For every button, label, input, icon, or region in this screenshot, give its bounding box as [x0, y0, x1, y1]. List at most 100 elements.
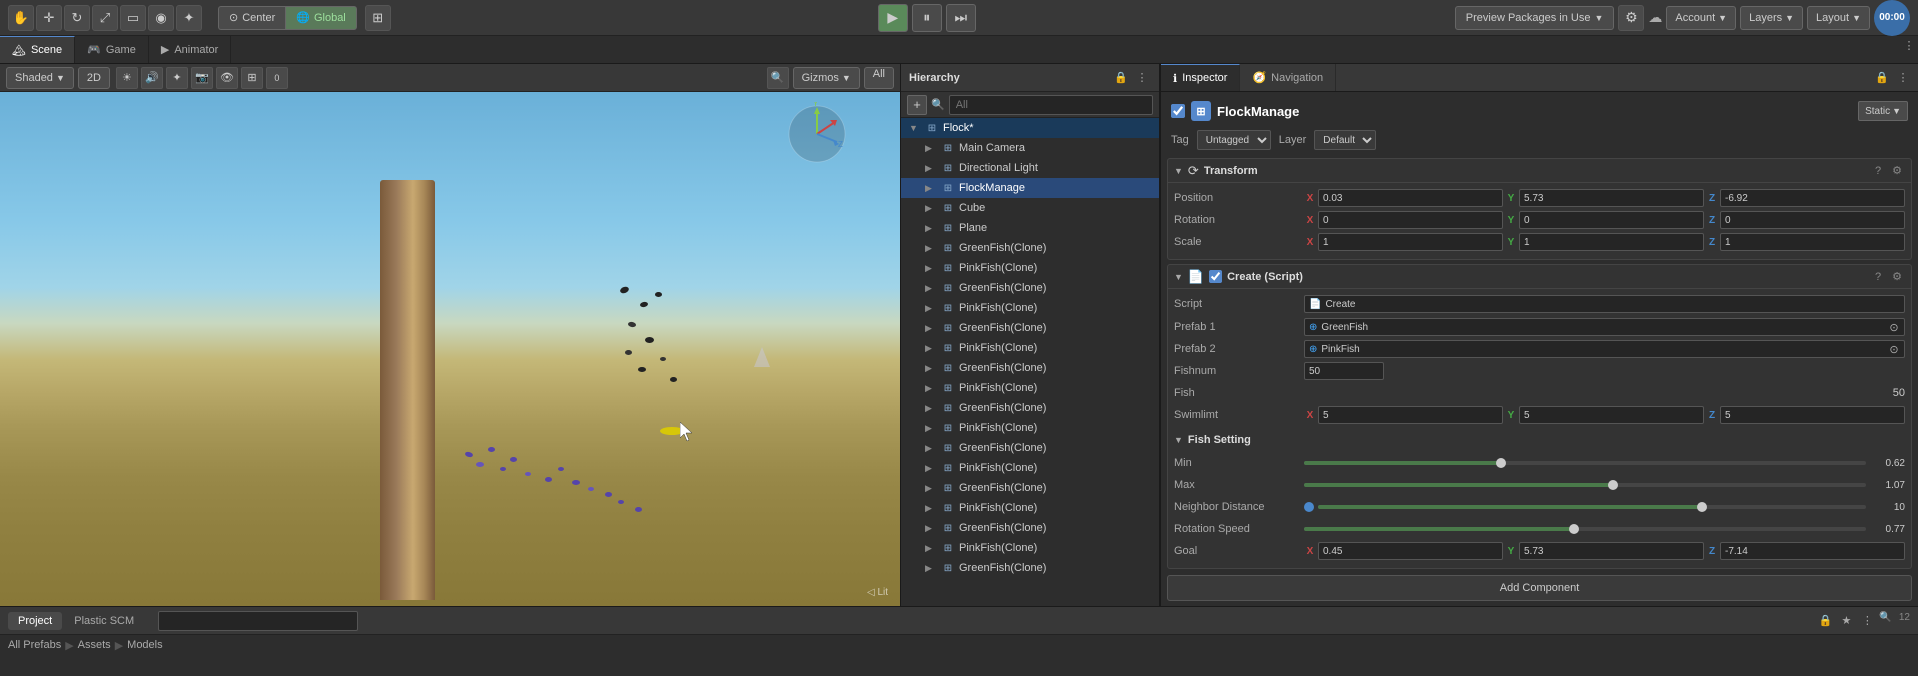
- tab-scene[interactable]: 🏔 Scene: [0, 36, 75, 63]
- tab-project[interactable]: Project: [8, 612, 62, 630]
- list-item[interactable]: ▶⊞PinkFish(Clone): [901, 378, 1159, 398]
- min-slider-thumb[interactable]: [1496, 458, 1506, 468]
- max-slider-track[interactable]: [1304, 483, 1866, 487]
- gizmos-button[interactable]: Gizmos ▼: [793, 67, 860, 89]
- list-item[interactable]: ▶⊞GreenFish(Clone): [901, 478, 1159, 498]
- list-item[interactable]: ▶⊞Directional Light: [901, 158, 1159, 178]
- max-slider-thumb[interactable]: [1608, 480, 1618, 490]
- settings-icon[interactable]: ⚙: [1618, 5, 1644, 31]
- scene-canvas[interactable]: Y Z ◁ Lit: [0, 92, 900, 606]
- list-item[interactable]: ▶⊞Plane: [901, 218, 1159, 238]
- rotation-speed-thumb[interactable]: [1569, 524, 1579, 534]
- list-item[interactable]: ▶⊞FlockManage: [901, 178, 1159, 198]
- preview-packages-button[interactable]: Preview Packages in Use ▼: [1455, 6, 1615, 30]
- transform-settings-icon[interactable]: ⚙: [1889, 163, 1905, 179]
- project-favorites-icon[interactable]: ★: [1837, 612, 1855, 630]
- rot-y-input[interactable]: [1519, 211, 1704, 229]
- list-item[interactable]: ▶⊞GreenFish(Clone): [901, 318, 1159, 338]
- create-script-header[interactable]: ▼ 📄 Create (Script) ? ⚙: [1168, 265, 1911, 289]
- swim-x-input[interactable]: [1318, 406, 1503, 424]
- swim-y-input[interactable]: [1519, 406, 1704, 424]
- list-item[interactable]: ▶⊞GreenFish(Clone): [901, 558, 1159, 578]
- account-button[interactable]: Account ▼: [1666, 6, 1736, 30]
- scale-x-input[interactable]: [1318, 233, 1503, 251]
- list-item[interactable]: ▶⊞GreenFish(Clone): [901, 518, 1159, 538]
- hierarchy-search-input[interactable]: [949, 95, 1153, 115]
- list-item[interactable]: ▶⊞GreenFish(Clone): [901, 278, 1159, 298]
- num-icon[interactable]: 0: [266, 67, 288, 89]
- swim-z-input[interactable]: [1720, 406, 1905, 424]
- hand-tool[interactable]: ✋: [8, 5, 34, 31]
- list-item[interactable]: ▶⊞Cube: [901, 198, 1159, 218]
- project-menu-icon[interactable]: ⋮: [1858, 612, 1876, 630]
- object-active-checkbox[interactable]: [1171, 104, 1185, 118]
- layout-button[interactable]: Layout ▼: [1807, 6, 1870, 30]
- scale-z-input[interactable]: [1720, 233, 1905, 251]
- rot-z-input[interactable]: [1720, 211, 1905, 229]
- 2d-button[interactable]: 2D: [78, 67, 110, 89]
- list-item[interactable]: ▶⊞GreenFish(Clone): [901, 438, 1159, 458]
- fishnum-input[interactable]: [1304, 362, 1384, 380]
- min-slider-track[interactable]: [1304, 461, 1866, 465]
- object-name-input[interactable]: [1217, 104, 1852, 119]
- list-item[interactable]: ▶⊞PinkFish(Clone): [901, 458, 1159, 478]
- pos-y-input[interactable]: [1519, 189, 1704, 207]
- effects-icon[interactable]: ✦: [166, 67, 188, 89]
- bc-all-prefabs[interactable]: All Prefabs: [8, 639, 61, 651]
- fish-setting-chevron-icon[interactable]: ▼: [1174, 435, 1183, 445]
- tab-menu-icon[interactable]: ⋮: [1900, 36, 1918, 54]
- list-item[interactable]: ▶⊞PinkFish(Clone): [901, 418, 1159, 438]
- transform-header[interactable]: ▼ ⟳ Transform ? ⚙: [1168, 159, 1911, 183]
- grid-icon[interactable]: ⊞: [241, 67, 263, 89]
- search-scene-icon[interactable]: 🔍: [767, 67, 789, 89]
- hierarchy-lock-icon[interactable]: 🔒: [1112, 69, 1130, 87]
- rotation-speed-track[interactable]: [1304, 527, 1866, 531]
- goal-x-input[interactable]: [1318, 542, 1503, 560]
- list-item[interactable]: ▶⊞PinkFish(Clone): [901, 538, 1159, 558]
- tab-navigation[interactable]: 🧭 Navigation: [1240, 64, 1336, 91]
- project-lock-icon[interactable]: 🔒: [1816, 612, 1834, 630]
- transform-help-icon[interactable]: ?: [1870, 163, 1886, 179]
- tag-select[interactable]: Untagged: [1197, 130, 1271, 150]
- goal-z-input[interactable]: [1720, 542, 1905, 560]
- list-item[interactable]: ▶⊞GreenFish(Clone): [901, 358, 1159, 378]
- pos-z-input[interactable]: [1720, 189, 1905, 207]
- bc-assets[interactable]: Assets: [78, 639, 111, 651]
- move-tool[interactable]: ✛: [36, 5, 62, 31]
- light-icon[interactable]: ☀: [116, 67, 138, 89]
- hide-icon[interactable]: 👁: [216, 67, 238, 89]
- scene-camera-icon[interactable]: 📷: [191, 67, 213, 89]
- layer-select[interactable]: Default: [1314, 130, 1376, 150]
- step-button[interactable]: ⏭: [946, 4, 976, 32]
- tab-game[interactable]: 🎮 Game: [75, 36, 149, 63]
- hierarchy-list[interactable]: ▼⊞Flock*▶⊞Main Camera▶⊞Directional Light…: [901, 118, 1159, 606]
- rot-x-input[interactable]: [1318, 211, 1503, 229]
- hierarchy-menu-icon[interactable]: ⋮: [1133, 69, 1151, 87]
- transform-tool[interactable]: ◉: [148, 5, 174, 31]
- neighbor-thumb[interactable]: [1697, 502, 1707, 512]
- list-item[interactable]: ▶⊞PinkFish(Clone): [901, 298, 1159, 318]
- hierarchy-add-button[interactable]: +: [907, 95, 927, 115]
- play-button[interactable]: ▶: [878, 4, 908, 32]
- pos-x-input[interactable]: [1318, 189, 1503, 207]
- list-item[interactable]: ▶⊞PinkFish(Clone): [901, 338, 1159, 358]
- center-button[interactable]: ⊙ Center: [218, 6, 285, 30]
- tab-inspector[interactable]: ℹ Inspector: [1161, 64, 1240, 91]
- prefab2-select-icon[interactable]: ⊙: [1888, 343, 1900, 355]
- list-item[interactable]: ▶⊞PinkFish(Clone): [901, 258, 1159, 278]
- list-item[interactable]: ▶⊞Main Camera: [901, 138, 1159, 158]
- script-help-icon[interactable]: ?: [1870, 269, 1886, 285]
- script-settings-icon[interactable]: ⚙: [1889, 269, 1905, 285]
- project-search-input[interactable]: [158, 611, 358, 631]
- prefab1-select-icon[interactable]: ⊙: [1888, 321, 1900, 333]
- inspector-lock-icon[interactable]: 🔒: [1873, 69, 1891, 87]
- bc-models[interactable]: Models: [127, 639, 162, 651]
- list-item[interactable]: ▼⊞Flock*: [901, 118, 1159, 138]
- layers-button[interactable]: Layers ▼: [1740, 6, 1803, 30]
- list-item[interactable]: ▶⊞GreenFish(Clone): [901, 398, 1159, 418]
- tab-plastic[interactable]: Plastic SCM: [64, 612, 144, 630]
- rect-tool[interactable]: ▭: [120, 5, 146, 31]
- list-item[interactable]: ▶⊞GreenFish(Clone): [901, 238, 1159, 258]
- static-button[interactable]: Static ▼: [1858, 101, 1908, 121]
- inspector-menu-icon[interactable]: ⋮: [1894, 69, 1912, 87]
